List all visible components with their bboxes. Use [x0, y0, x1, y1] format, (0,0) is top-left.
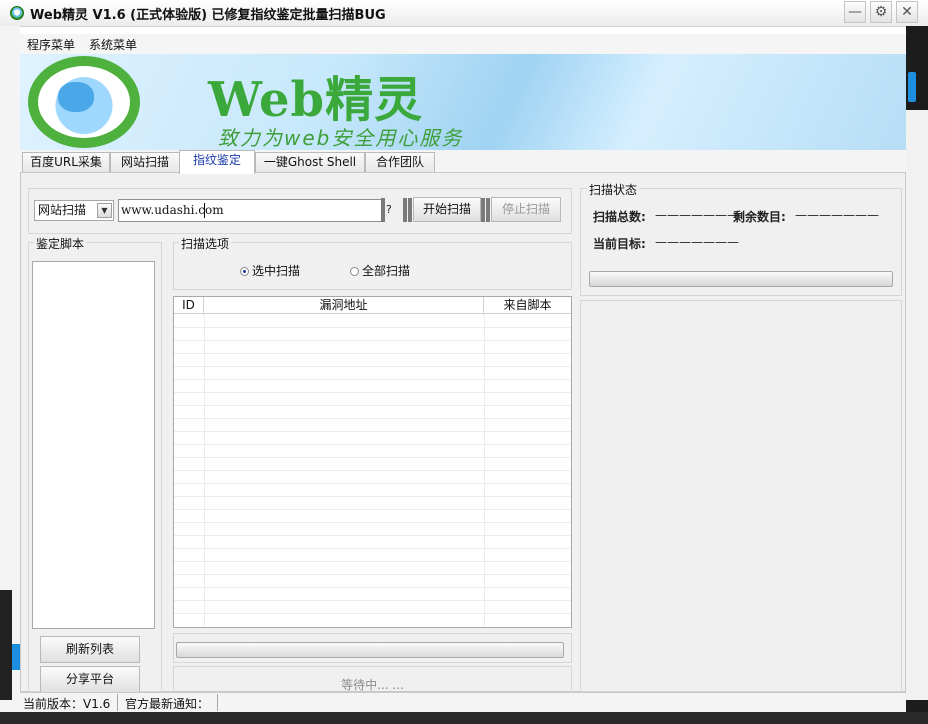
- column-divider: [204, 314, 205, 627]
- status-separator: [117, 694, 118, 711]
- grid-line: [174, 587, 571, 588]
- grid-line: [174, 457, 571, 458]
- waiting-status: 等待中... ...: [341, 678, 404, 692]
- total-value: ———————: [655, 208, 739, 222]
- stop-scan-button[interactable]: 停止扫描: [491, 197, 561, 222]
- grid-line: [174, 431, 571, 432]
- column-header-script[interactable]: 来自脚本: [484, 297, 571, 314]
- radio-unchecked-icon: [350, 267, 359, 276]
- remaining-value: ———————: [795, 208, 879, 222]
- grid-line: [174, 509, 571, 510]
- script-list[interactable]: [32, 261, 155, 629]
- status-progress-bar: [589, 271, 893, 287]
- grid-line: [174, 470, 571, 471]
- radio-checked-icon: [240, 267, 249, 276]
- radio-all-scan-label: 全部扫描: [362, 264, 411, 278]
- menu-bar: 程序菜单 系统菜单: [20, 34, 906, 54]
- radio-all-scan[interactable]: 全部扫描: [350, 262, 410, 279]
- grid-line: [174, 496, 571, 497]
- toolbar-separator: [408, 198, 412, 222]
- toolbar-separator: [381, 198, 385, 222]
- total-label: 扫描总数:: [593, 210, 646, 224]
- status-separator: [217, 694, 218, 711]
- title-bar: Web精灵 V1.6 (正式体验版) 已修复指纹鉴定批量扫描BUG — ⚙ ✕: [0, 0, 928, 27]
- chevron-down-icon[interactable]: ▼: [97, 203, 112, 218]
- grid-line: [174, 366, 571, 367]
- banner-slogan: 致力为web安全用心服务: [218, 126, 464, 150]
- grid-line: [174, 340, 571, 341]
- radio-selected-scan-label: 选中扫描: [252, 264, 301, 278]
- grid-line: [174, 379, 571, 380]
- text-caret: [204, 203, 205, 218]
- grid-line: [174, 392, 571, 393]
- banner: Web精灵 致力为web安全用心服务: [20, 54, 906, 150]
- grid-line: [174, 327, 571, 328]
- left-frame-accent: [0, 590, 12, 700]
- grid-line: [174, 535, 571, 536]
- grid-line: [174, 548, 571, 549]
- minimize-button[interactable]: —: [844, 1, 866, 23]
- tab-site-scan[interactable]: 网站扫描: [110, 152, 180, 172]
- tab-fingerprint[interactable]: 指纹鉴定: [179, 150, 255, 174]
- start-scan-button[interactable]: 开始扫描: [413, 197, 481, 222]
- column-divider: [484, 314, 485, 627]
- right-frame-highlight: [908, 72, 916, 102]
- mascot-face-icon: [58, 82, 94, 112]
- url-input[interactable]: www.udashi.com: [118, 199, 384, 222]
- grid-line: [174, 405, 571, 406]
- tab-team[interactable]: 合作团队: [365, 152, 435, 172]
- banner-title: Web精灵: [208, 72, 424, 128]
- window-title: Web精灵 V1.6 (正式体验版) 已修复指纹鉴定批量扫描BUG: [30, 8, 386, 23]
- grid-line: [174, 522, 571, 523]
- current-target-value: ———————: [655, 235, 739, 249]
- results-table[interactable]: ID 漏洞地址 来自脚本: [173, 296, 572, 628]
- toolbar-separator: [403, 198, 407, 222]
- notice-status: 官方最新通知：: [125, 697, 210, 711]
- share-platform-button[interactable]: 分享平台: [40, 666, 140, 693]
- grid-line: [174, 418, 571, 419]
- log-panel: [580, 300, 902, 692]
- scripts-group-title: 鉴定脚本: [34, 235, 87, 252]
- bottom-frame: [0, 712, 928, 724]
- tab-ghost-shell[interactable]: 一键Ghost Shell: [255, 152, 365, 172]
- scan-progress-bar: [176, 642, 564, 658]
- app-icon: [10, 6, 24, 20]
- right-frame-inner: [906, 110, 928, 700]
- scan-options-title: 扫描选项: [179, 235, 232, 252]
- toolbar-separator: [486, 198, 490, 222]
- version-status: 当前版本：V1.6: [23, 697, 111, 711]
- column-header-id[interactable]: ID: [174, 297, 204, 314]
- current-target-label: 当前目标:: [593, 237, 646, 251]
- grid-line: [174, 613, 571, 614]
- remaining-label: 剩余数目:: [733, 210, 786, 224]
- tab-baidu-url[interactable]: 百度URL采集: [22, 152, 110, 172]
- left-frame-highlight: [12, 644, 20, 670]
- close-button[interactable]: ✕: [896, 1, 918, 23]
- grid-line: [174, 561, 571, 562]
- grid-line: [174, 353, 571, 354]
- menu-system[interactable]: 系统菜单: [89, 36, 137, 53]
- grid-line: [174, 600, 571, 601]
- toolbar-separator: [481, 198, 485, 222]
- radio-selected-scan[interactable]: 选中扫描: [240, 262, 300, 279]
- grid-line: [174, 444, 571, 445]
- column-header-url[interactable]: 漏洞地址: [204, 297, 484, 314]
- help-button[interactable]: ?: [386, 203, 392, 216]
- scan-status-title: 扫描状态: [587, 181, 640, 198]
- grid-line: [174, 483, 571, 484]
- grid-line: [174, 574, 571, 575]
- refresh-list-button[interactable]: 刷新列表: [40, 636, 140, 663]
- options-button[interactable]: ⚙: [870, 1, 892, 23]
- menu-program[interactable]: 程序菜单: [27, 36, 75, 53]
